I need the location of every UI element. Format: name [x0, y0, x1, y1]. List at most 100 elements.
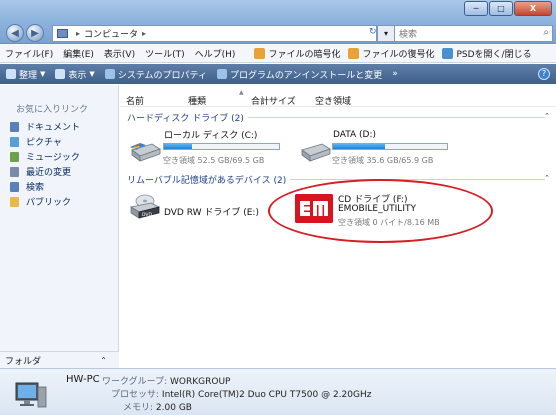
group-label: リムーバブル記憶域があるデバイス (2) [127, 175, 287, 186]
dvd-drive-icon: DVD [130, 194, 160, 219]
menu-tools[interactable]: ツール(T) [140, 47, 190, 60]
close-button[interactable]: X [514, 1, 552, 16]
search-icon[interactable]: ⌕ [543, 27, 549, 38]
menu-view[interactable]: 表示(V) [99, 47, 140, 60]
group-divider [290, 178, 545, 180]
organize-button[interactable]: 整理 ▼ [0, 68, 50, 81]
nav-item-search[interactable]: 検索 [10, 179, 80, 194]
nav-item-label: 検索 [26, 183, 45, 193]
chevron-up-icon[interactable]: ⌃ [544, 112, 550, 120]
menu-decrypt-label: ファイルの復号化 [362, 50, 435, 60]
views-label: 表示 [68, 70, 87, 81]
column-header: 名前 種類 ▲ 合計サイズ 空き領域 [120, 89, 556, 107]
menu-decrypt[interactable]: ファイルの復号化 [348, 47, 434, 60]
drive-d-name: DATA (D:) [333, 130, 377, 140]
refresh-icon[interactable]: ↻ [369, 27, 377, 37]
picture-icon [10, 136, 19, 147]
memory-value: 2.00 GB [155, 403, 192, 413]
arrow-right-icon: ▶ [31, 27, 39, 39]
menu-psd-label: PSDを開く/閉じる [456, 50, 532, 60]
drive-icon [442, 48, 454, 59]
back-button[interactable]: ◀ [6, 24, 24, 42]
forward-button[interactable]: ▶ [26, 24, 44, 42]
nav-item-public[interactable]: パブリック [10, 194, 80, 209]
column-type[interactable]: 種類 [188, 94, 206, 107]
overflow-button[interactable]: » [387, 69, 403, 79]
views-icon [55, 69, 66, 79]
column-free-space[interactable]: 空き領域 [315, 94, 351, 107]
uninstall-label: プログラムのアンインストールと変更 [230, 70, 383, 81]
sort-arrow-icon: ▲ [239, 89, 244, 96]
chevron-up-icon: ⌃ [100, 355, 107, 365]
computer-icon [57, 29, 68, 38]
search-input[interactable]: 検索 ⌕ [394, 25, 553, 42]
column-total-size[interactable]: 合計サイズ [251, 94, 296, 107]
nav-item-label: ドキュメント [26, 123, 81, 133]
document-icon [10, 121, 19, 132]
folders-toggle[interactable]: フォルダ ⌃ [0, 351, 119, 368]
drive-c-usage-fill [164, 144, 193, 149]
menu-file[interactable]: ファイル(F) [0, 47, 58, 60]
column-name[interactable]: 名前 [126, 94, 144, 107]
menu-encrypt-label: ファイルの暗号化 [268, 50, 341, 60]
drive-d-usage-fill [333, 144, 386, 149]
menu-psd[interactable]: PSDを開く/閉じる [442, 47, 532, 60]
uninstall-program-button[interactable]: プログラムのアンインストールと変更 [212, 68, 387, 81]
group-divider [247, 116, 545, 118]
menu-bar: ファイル(F) 編集(E) 表示(V) ツール(T) ヘルプ(H) ファイルの暗… [0, 45, 556, 63]
nav-item-documents[interactable]: ドキュメント [10, 119, 80, 134]
public-folder-icon [10, 196, 19, 207]
breadcrumb-separator: ▸ [142, 29, 147, 38]
address-dropdown-button[interactable]: ▾ [377, 25, 395, 42]
nav-item-pictures[interactable]: ピクチャ [10, 134, 80, 149]
details-pane: HW-PC ワークグループ: WORKGROUP プロセッサ: Intel(R)… [0, 368, 556, 415]
menu-edit[interactable]: 編集(E) [58, 47, 99, 60]
views-button[interactable]: 表示 ▼ [50, 68, 99, 81]
minimize-button[interactable]: ─ [464, 1, 488, 16]
drive-d-free: 空き領域 35.6 GB/65.9 GB [332, 156, 434, 165]
breadcrumb-separator: ▸ [76, 29, 81, 38]
group-hard-disks[interactable]: ハードディスク ドライブ (2) [127, 111, 545, 124]
nav-item-label: ミュージック [26, 153, 80, 163]
computer-name: HW-PC [66, 374, 100, 385]
organize-icon [6, 69, 16, 79]
unlock-icon [348, 48, 360, 59]
drive-c-usage-bar [163, 143, 280, 150]
help-icon[interactable]: ? [538, 68, 550, 80]
folders-label: フォルダ [5, 356, 42, 367]
search-placeholder: 検索 [399, 30, 418, 40]
drive-c-name: ローカル ディスク (C:) [164, 131, 258, 141]
maximize-button[interactable]: □ [489, 1, 513, 16]
menu-help[interactable]: ヘルプ(H) [190, 47, 241, 60]
address-bar[interactable]: ▸ コンピュータ ▸ [52, 25, 377, 42]
uninstall-icon [217, 69, 228, 79]
chevron-down-icon: ▼ [40, 70, 46, 78]
drive-e-name: DVD RW ドライブ (E:) [164, 208, 259, 218]
workgroup-value: WORKGROUP [170, 377, 231, 387]
nav-item-label: 最近の変更 [26, 168, 72, 178]
processor-row: プロセッサ: Intel(R) Core(TM)2 Duo CPU T7500 … [111, 387, 371, 400]
memory-row: メモリ: 2.00 GB [123, 400, 192, 413]
music-icon [10, 151, 19, 162]
drive-c-free: 空き領域 52.5 GB/69.5 GB [163, 156, 265, 165]
computer-icon [15, 382, 47, 408]
nav-item-music[interactable]: ミュージック [10, 149, 80, 164]
chevron-down-icon: ▼ [89, 70, 95, 78]
chevron-up-icon[interactable]: ⌃ [544, 174, 550, 182]
nav-item-label: パブリック [26, 198, 72, 208]
nav-item-recent[interactable]: 最近の変更 [10, 164, 80, 179]
workgroup-row: ワークグループ: WORKGROUP [102, 374, 230, 387]
favorite-links-title: お気に入りリンク [16, 105, 89, 115]
group-label: ハードディスク ドライブ (2) [127, 113, 244, 124]
recent-icon [10, 166, 19, 177]
highlight-ellipse [268, 179, 493, 243]
favorite-links-list: ドキュメント ピクチャ ミュージック 最近の変更 検索 パブリック [10, 119, 80, 209]
breadcrumb-computer[interactable]: コンピュータ [84, 27, 138, 40]
title-bar: ─ □ X ◀ ▶ ▸ コンピュータ ▸ ↻ ▾ 検索 ⌕ [0, 0, 556, 44]
command-bar: 整理 ▼ 表示 ▼ システムのプロパティ プログラムのアンインストールと変更 »… [0, 64, 556, 84]
hard-drive-icon [301, 143, 331, 162]
processor-key: プロセッサ: [111, 390, 160, 400]
organize-label: 整理 [19, 70, 38, 81]
menu-encrypt[interactable]: ファイルの暗号化 [254, 47, 340, 60]
system-properties-button[interactable]: システムのプロパティ [100, 68, 212, 81]
